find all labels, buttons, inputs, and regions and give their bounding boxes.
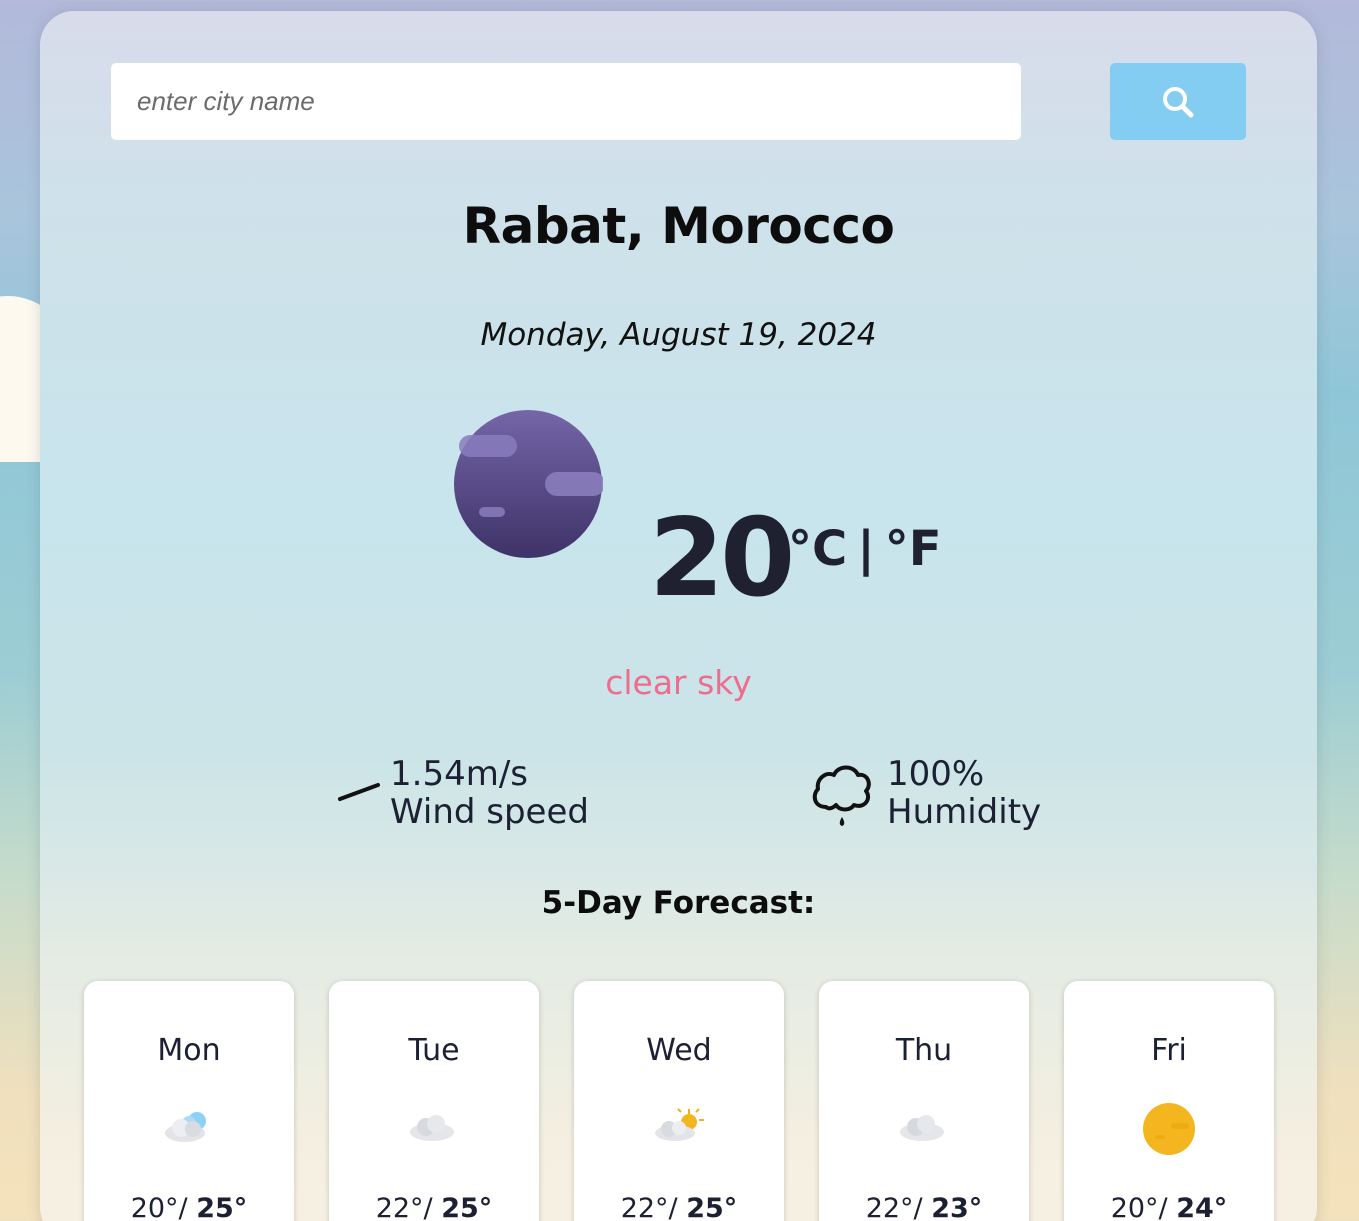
sun-icon: [1143, 1103, 1195, 1155]
humidity-label: Humidity: [887, 792, 1042, 832]
forecast-day: Mon: [157, 1033, 221, 1068]
city-name: Rabat, Morocco: [462, 197, 895, 255]
clear-night-moon-icon: [454, 410, 603, 558]
forecast-temps: 22°/ 23°: [819, 1193, 1029, 1221]
forecast-card-wed: Wed 22°/ 25°: [574, 981, 784, 1221]
forecast-min-temp: 22°/: [375, 1193, 433, 1221]
forecast-temps: 22°/ 25°: [574, 1193, 784, 1221]
forecast-title: 5-Day Forecast:: [541, 885, 816, 921]
wind-speed-label: Wind speed: [390, 792, 589, 832]
search-input[interactable]: [111, 63, 1021, 140]
forecast-max-temp: 24°: [1176, 1193, 1228, 1221]
forecast-max-temp: 25°: [441, 1193, 493, 1221]
forecast-card-tue: Tue 22°/ 25°: [329, 981, 539, 1221]
wind-speed-value: 1.54m/s: [390, 754, 528, 794]
humidity-stat: 100% Humidity: [887, 755, 1041, 831]
cloud-icon: [900, 1115, 944, 1141]
forecast-min-temp: 22°/: [620, 1193, 678, 1221]
forecast-min-temp: 20°/: [1110, 1193, 1168, 1221]
partly-cloudy-icon: [655, 1108, 704, 1141]
current-date: Monday, August 19, 2024: [480, 317, 877, 353]
unit-switcher: °C | °F: [788, 521, 942, 577]
search-button[interactable]: [1110, 63, 1246, 140]
forecast-temps: 20°/ 24°: [1064, 1193, 1274, 1221]
forecast-max-temp: 25°: [686, 1193, 738, 1221]
fahrenheit-link[interactable]: °F: [885, 521, 942, 577]
forecast-max-temp: 25°: [196, 1193, 248, 1221]
forecast-max-temp: 23°: [931, 1193, 983, 1221]
unit-separator: |: [857, 521, 875, 577]
cloud-rain-icon: [165, 1112, 206, 1142]
weather-card: Rabat, Morocco Monday, August 19, 2024 2…: [40, 11, 1317, 1221]
celsius-link[interactable]: °C: [788, 521, 847, 577]
forecast-card-mon: Mon 20°/ 25°: [84, 981, 294, 1221]
cloud-icon: [410, 1115, 454, 1141]
forecast-min-temp: 20°/: [130, 1193, 188, 1221]
current-temperature: 20: [649, 496, 795, 621]
forecast-min-temp: 22°/: [865, 1193, 923, 1221]
forecast-day: Fri: [1151, 1033, 1187, 1068]
forecast-day: Thu: [895, 1033, 953, 1068]
forecast-card-thu: Thu 22°/ 23°: [819, 981, 1029, 1221]
weather-description: clear sky: [605, 663, 752, 702]
forecast-temps: 20°/ 25°: [84, 1193, 294, 1221]
forecast-card-fri: Fri 20°/ 24°: [1064, 981, 1274, 1221]
forecast-day: Tue: [408, 1033, 460, 1068]
forecast-temps: 22°/ 25°: [329, 1193, 539, 1221]
humidity-icon: [812, 765, 871, 826]
wind-icon: [338, 783, 380, 801]
humidity-value: 100%: [887, 754, 985, 794]
wind-stat: 1.54m/s Wind speed: [390, 755, 589, 831]
forecast-day: Wed: [646, 1033, 712, 1068]
search-icon: [1163, 86, 1194, 117]
